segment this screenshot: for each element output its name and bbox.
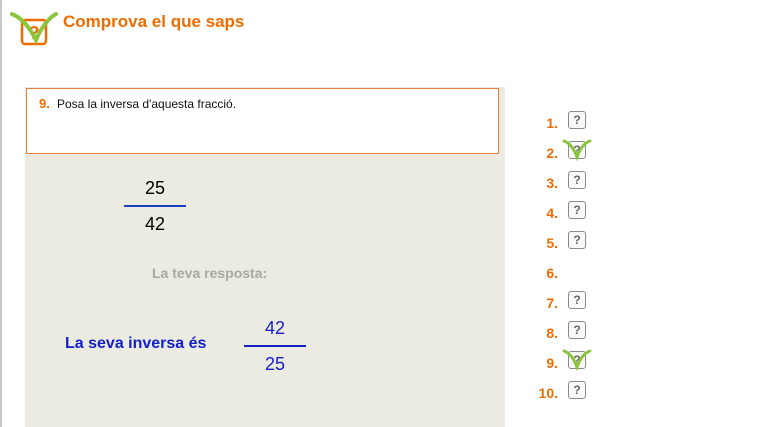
help-icon[interactable]: ?: [568, 231, 586, 249]
question-list-number[interactable]: 1.: [546, 115, 558, 131]
quiz-check-logo-icon: ?: [10, 12, 58, 46]
page-title: Comprova el que saps: [63, 12, 245, 31]
help-icon[interactable]: ?: [568, 381, 586, 399]
check-mark-icon: [562, 349, 592, 372]
question-list-item[interactable]: 5.?: [530, 229, 600, 259]
help-icon[interactable]: ?: [568, 321, 586, 339]
question-list-item[interactable]: 3.?: [530, 169, 600, 199]
left-border: [0, 0, 2, 427]
question-text: Posa la inversa d'aquesta fracció.: [57, 97, 237, 111]
answer-denominator: 25: [264, 354, 286, 374]
question-box: 9. Posa la inversa d'aquesta fracció.: [26, 88, 499, 154]
question-list-number[interactable]: 4.: [546, 205, 558, 221]
question-list-number[interactable]: 6.: [546, 265, 558, 281]
help-icon[interactable]: ?: [568, 171, 586, 189]
question-list-number[interactable]: 10.: [539, 385, 558, 401]
question-list-item[interactable]: 9.?: [530, 349, 600, 379]
answer-fraction-bar: [244, 345, 306, 347]
inverse-label: La seva inversa és: [65, 335, 207, 352]
question-list-number[interactable]: 7.: [546, 295, 558, 311]
question-number: 9.: [39, 96, 50, 111]
question-list-item[interactable]: 10.?: [530, 379, 600, 409]
question-list-item[interactable]: 8.?: [530, 319, 600, 349]
given-fraction-bar: [124, 205, 186, 207]
help-icon[interactable]: ?: [568, 201, 586, 219]
question-list-number[interactable]: 5.: [546, 235, 558, 251]
help-icon[interactable]: ?: [568, 111, 586, 129]
given-numerator: 25: [144, 178, 166, 198]
given-fraction: 25 42: [124, 177, 186, 235]
question-list: 1.? 2.? 3.? 4.? 5.? 6. 7.? 8.? 9.? 10.?: [530, 109, 600, 409]
question-list-number[interactable]: 3.: [546, 175, 558, 191]
help-icon[interactable]: ?: [568, 291, 586, 309]
check-mark-icon: [562, 139, 592, 162]
question-list-item[interactable]: 1.?: [530, 109, 600, 139]
question-list-item[interactable]: 6.: [530, 259, 600, 289]
question-list-number[interactable]: 2.: [546, 145, 558, 161]
given-denominator: 42: [144, 214, 166, 234]
question-list-item[interactable]: 7.?: [530, 289, 600, 319]
question-list-number[interactable]: 8.: [546, 325, 558, 341]
answer-numerator: 42: [264, 318, 286, 338]
question-list-number[interactable]: 9.: [546, 355, 558, 371]
answer-fraction: 42 25: [244, 317, 306, 375]
response-label: La teva resposta:: [152, 265, 268, 281]
question-list-item[interactable]: 2.?: [530, 139, 600, 169]
question-list-item[interactable]: 4.?: [530, 199, 600, 229]
